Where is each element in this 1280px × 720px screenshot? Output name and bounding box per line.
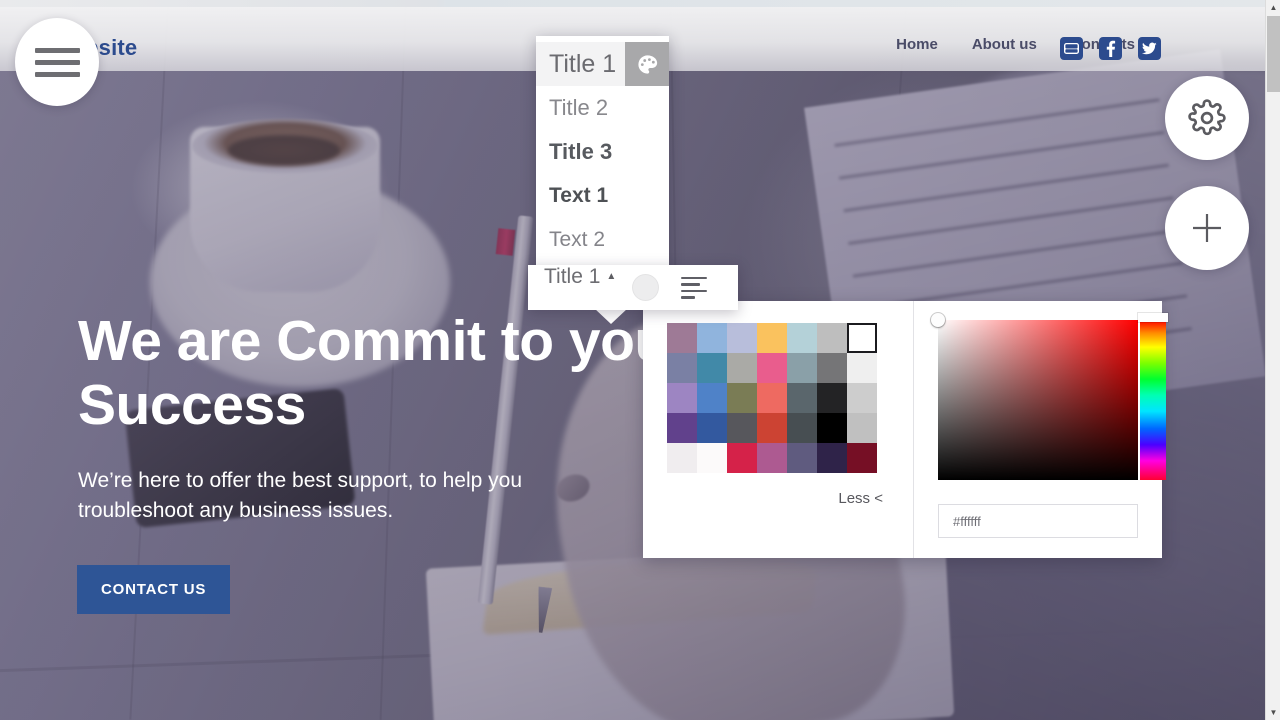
color-swatch[interactable]	[727, 323, 757, 353]
color-swatch[interactable]	[727, 443, 757, 473]
contact-us-button[interactable]: CONTACT US	[77, 565, 231, 614]
style-option-title-1[interactable]: Title 1	[536, 42, 669, 86]
color-swatch[interactable]	[817, 323, 847, 353]
color-swatch[interactable]	[787, 383, 817, 413]
social-links	[1060, 37, 1161, 60]
color-swatch[interactable]	[847, 443, 877, 473]
color-swatch[interactable]	[757, 323, 787, 353]
color-swatch[interactable]	[667, 353, 697, 383]
settings-button[interactable]	[1165, 76, 1249, 160]
hero-title[interactable]: We are Commit to your Success	[78, 309, 718, 438]
add-block-button[interactable]	[1165, 186, 1249, 270]
color-swatch[interactable]	[697, 353, 727, 383]
saturation-value-cursor[interactable]	[931, 313, 945, 327]
color-swatch[interactable]	[787, 353, 817, 383]
color-swatch[interactable]	[787, 323, 817, 353]
hero-subtitle[interactable]: We’re here to offer the best support, to…	[78, 466, 558, 527]
color-swatch[interactable]	[847, 383, 877, 413]
style-option-label: Title 3	[549, 139, 613, 164]
color-swatch[interactable]	[727, 383, 757, 413]
caret-up-icon: ▲	[606, 271, 617, 282]
hue-slider[interactable]	[1140, 320, 1166, 480]
facebook-icon[interactable]	[1099, 37, 1122, 60]
scroll-down-arrow-icon[interactable]: ▼	[1266, 705, 1280, 720]
color-swatch[interactable]	[817, 383, 847, 413]
hamburger-bar	[34, 59, 80, 65]
style-option-text-1[interactable]: Text 1	[536, 174, 669, 218]
color-swatch[interactable]	[667, 443, 697, 473]
vertical-scrollbar[interactable]: ▲ ▼	[1265, 0, 1280, 720]
color-swatch[interactable]	[697, 443, 727, 473]
nav-item-about-us[interactable]: About us	[972, 36, 1037, 53]
plus-icon	[1187, 208, 1227, 248]
style-option-label: Text 2	[549, 228, 606, 251]
align-line	[681, 289, 708, 292]
style-select-button[interactable]: Title 1 ▲	[528, 265, 628, 310]
color-swatch[interactable]	[817, 443, 847, 473]
hex-color-input[interactable]	[938, 504, 1138, 538]
hamburger-bar	[34, 71, 80, 77]
color-swatch[interactable]	[757, 443, 787, 473]
youtube-icon[interactable]	[1060, 37, 1083, 60]
color-swatch[interactable]	[727, 413, 757, 443]
nav-item-home[interactable]: Home	[896, 36, 938, 53]
color-swatch[interactable]	[817, 413, 847, 443]
color-swatch[interactable]	[757, 383, 787, 413]
less-toggle-link[interactable]: Less <	[838, 490, 883, 507]
inline-edit-toolbar: Title 1 ▲	[528, 265, 738, 310]
color-swatch[interactable]	[847, 413, 877, 443]
color-swatch[interactable]	[667, 413, 697, 443]
saturation-value-gradient[interactable]	[938, 320, 1138, 480]
style-option-text-2[interactable]: Text 2	[536, 218, 669, 262]
saturation-value-area[interactable]	[931, 313, 1138, 480]
align-line	[681, 276, 708, 279]
text-color-swatch-button[interactable]	[632, 274, 660, 301]
style-option-label: Text 1	[549, 184, 609, 207]
color-swatch[interactable]	[817, 353, 847, 383]
hue-slider-cursor[interactable]	[1138, 313, 1168, 322]
color-swatch[interactable]	[847, 323, 877, 353]
toolbar-pointer	[594, 308, 628, 324]
style-option-label: Title 2	[549, 95, 609, 120]
color-swatch[interactable]	[847, 353, 877, 383]
palette-icon[interactable]	[625, 42, 669, 86]
align-line	[681, 283, 701, 286]
style-select-label: Title 1	[544, 265, 601, 288]
twitter-icon[interactable]	[1138, 37, 1161, 60]
hamburger-bar	[34, 47, 80, 53]
color-swatch[interactable]	[787, 443, 817, 473]
hamburger-icon[interactable]	[15, 18, 99, 106]
color-swatch[interactable]	[757, 413, 787, 443]
style-option-title-2[interactable]: Title 2	[536, 86, 669, 130]
gear-icon	[1188, 99, 1226, 137]
text-style-dropdown: Title 1 Title 2 Title 3 Text 1 Text 2	[536, 36, 669, 270]
color-swatch[interactable]	[697, 383, 727, 413]
color-picker-popover: Less <	[643, 301, 1168, 558]
color-swatch[interactable]	[787, 413, 817, 443]
color-swatch[interactable]	[697, 413, 727, 443]
color-swatch[interactable]	[667, 323, 697, 353]
browser-top-strip	[0, 0, 1280, 7]
scrollbar-thumb[interactable]	[1267, 16, 1280, 92]
color-swatch[interactable]	[757, 353, 787, 383]
color-swatch-grid	[667, 323, 877, 473]
color-presets-panel: Less <	[643, 301, 913, 558]
color-swatch[interactable]	[667, 383, 697, 413]
align-left-icon[interactable]	[681, 276, 708, 299]
color-swatch[interactable]	[727, 353, 757, 383]
app-stage: Website Home About us Contacts We are Co…	[0, 0, 1280, 720]
style-option-label: Title 1	[549, 49, 617, 78]
custom-color-panel	[914, 301, 1168, 558]
align-line	[681, 296, 696, 299]
scroll-up-arrow-icon[interactable]: ▲	[1266, 0, 1280, 15]
color-swatch[interactable]	[697, 323, 727, 353]
style-option-title-3[interactable]: Title 3	[536, 130, 669, 174]
